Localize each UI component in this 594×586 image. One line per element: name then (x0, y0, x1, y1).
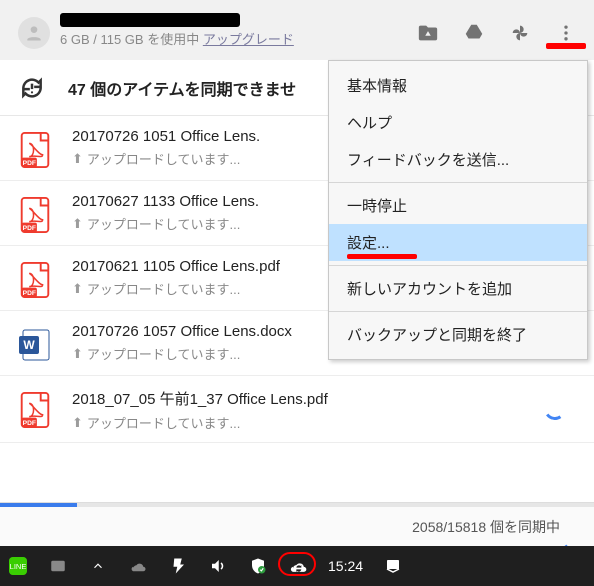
menu-item-4[interactable]: 設定... (329, 224, 587, 261)
storage-text: 6 GB / 115 GB を使用中 アップグレード (60, 29, 416, 48)
upload-icon: ⬆ (72, 151, 83, 167)
storage-usage: 6 GB / 115 GB を使用中 (60, 32, 199, 47)
menu-item-6[interactable]: バックアップと同期を終了 (329, 316, 587, 353)
file-row[interactable]: PDF 2018_07_05 午前1_37 Office Lens.pdf ⬆アップ… (0, 376, 594, 443)
menu-separator (329, 182, 587, 183)
file-title: 2018_07_05 午前1_37 Office Lens.pdf (72, 388, 576, 409)
onedrive-tray-icon[interactable] (128, 556, 148, 576)
file-info: 2018_07_05 午前1_37 Office Lens.pdf ⬆アップロード… (72, 388, 576, 432)
backup-sync-tray-icon[interactable] (288, 556, 308, 576)
user-block: 6 GB / 115 GB を使用中 アップグレード (60, 19, 416, 48)
defender-tray-icon[interactable] (248, 556, 268, 576)
menu-item-0[interactable]: 基本情報 (329, 67, 587, 104)
svg-text:PDF: PDF (23, 160, 36, 167)
power-tray-icon[interactable] (168, 556, 188, 576)
upload-icon: ⬆ (72, 346, 83, 362)
menu-separator (329, 265, 587, 266)
svg-text:PDF: PDF (23, 225, 36, 232)
line-app-icon[interactable]: LINE (8, 556, 28, 576)
menu-item-1[interactable]: ヘルプ (329, 104, 587, 141)
photos-icon[interactable] (508, 21, 532, 45)
word-icon: W (18, 325, 52, 365)
progress-text: 2058/15818 個を同期中 (0, 507, 594, 537)
svg-text:PDF: PDF (23, 420, 36, 427)
pdf-icon: PDF (18, 195, 52, 235)
progress-bar (0, 503, 594, 507)
pdf-icon: PDF (18, 130, 52, 170)
chevron-up-icon[interactable] (88, 556, 108, 576)
upload-icon: ⬆ (72, 281, 83, 297)
sync-status-text: 47 個のアイテムを同期できませ (68, 76, 296, 100)
header: 6 GB / 115 GB を使用中 アップグレード (0, 0, 594, 60)
file-status: ⬆アップロードしています... (72, 413, 576, 432)
volume-tray-icon[interactable] (208, 556, 228, 576)
svg-text:W: W (23, 338, 35, 352)
upload-icon: ⬆ (72, 415, 83, 431)
menu-item-2[interactable]: フィードバックを送信... (329, 141, 587, 178)
more-menu-button[interactable] (554, 21, 578, 45)
annotation-red-underline (347, 254, 417, 259)
annotation-red-underline (546, 43, 586, 49)
pdf-icon: PDF (18, 260, 52, 300)
notifications-tray-icon[interactable] (383, 556, 403, 576)
sync-error-icon (18, 74, 46, 102)
svg-text:PDF: PDF (23, 290, 36, 297)
pdf-icon: PDF (18, 390, 52, 430)
google-drive-icon[interactable] (462, 21, 486, 45)
annotation-red-circle (278, 552, 316, 576)
account-name-redacted (60, 13, 240, 27)
avatar[interactable] (18, 17, 50, 49)
menu-separator (329, 311, 587, 312)
progress-fill (0, 503, 77, 507)
menu-item-3[interactable]: 一時停止 (329, 187, 587, 224)
context-menu: 基本情報ヘルプフィードバックを送信... 一時停止設定... 新しいアカウントを追加… (328, 60, 588, 360)
menu-item-5[interactable]: 新しいアカウントを追加 (329, 270, 587, 307)
photos-tray-icon[interactable] (48, 556, 68, 576)
upload-icon: ⬆ (72, 216, 83, 232)
drive-folder-icon[interactable] (416, 21, 440, 45)
clock[interactable]: 15:24 (328, 558, 363, 574)
taskbar: LINE 15:24 (0, 546, 594, 586)
footer: 2058/15818 個を同期中 (0, 502, 594, 546)
upgrade-link[interactable]: アップグレード (203, 32, 294, 47)
svg-text:LINE: LINE (10, 562, 27, 571)
header-icons (416, 21, 584, 45)
